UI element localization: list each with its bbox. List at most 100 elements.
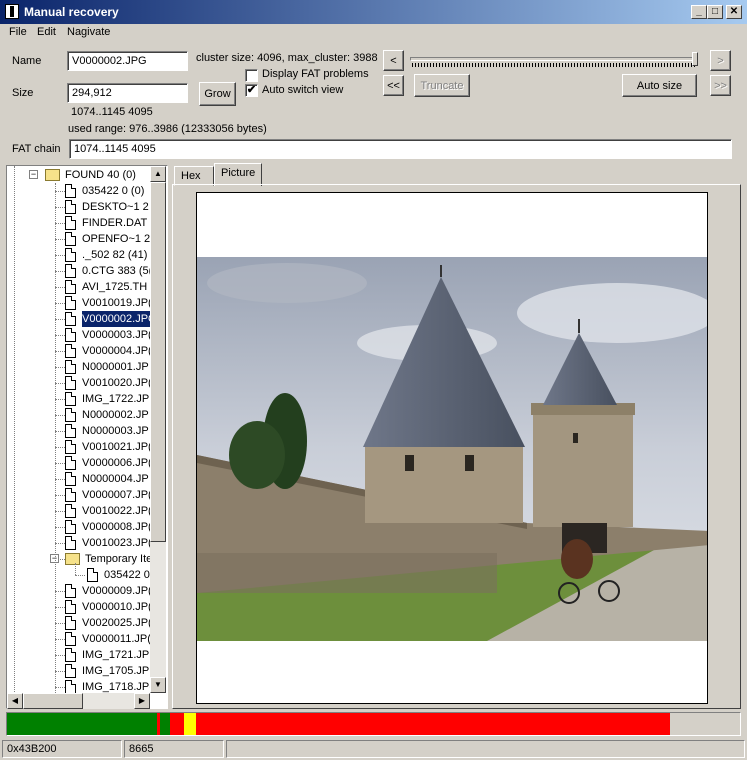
tree-item[interactable]: IMG_1721.JP xyxy=(7,647,167,663)
tree-item[interactable]: V0000009.JP( xyxy=(7,583,167,599)
position-slider-ticks xyxy=(412,63,696,67)
file-icon xyxy=(65,648,76,662)
tree-item[interactable]: 035422 0 (0) xyxy=(7,183,167,199)
position-slider-track[interactable] xyxy=(410,57,698,61)
file-icon xyxy=(87,568,98,582)
tree-horizontal-scrollbar[interactable]: ◀ ▶ xyxy=(7,693,150,709)
tree-item[interactable]: N0000004.JP xyxy=(7,471,167,487)
tab-picture[interactable]: Picture xyxy=(214,163,262,186)
tree-item[interactable]: N0000001.JP xyxy=(7,359,167,375)
display-fat-checkbox[interactable] xyxy=(245,69,258,82)
tree-item[interactable]: ._502 82 (41) xyxy=(7,247,167,263)
nav-last-button[interactable]: >> xyxy=(710,75,731,96)
file-icon xyxy=(65,200,76,214)
close-button[interactable]: ✕ xyxy=(726,5,742,19)
tree-item[interactable]: V0000010.JP( xyxy=(7,599,167,615)
folder-icon xyxy=(45,169,60,181)
file-icon xyxy=(65,440,76,454)
menu-edit[interactable]: Edit xyxy=(37,26,56,38)
tree-item[interactable]: IMG_1705.JP xyxy=(7,663,167,679)
status-bar: 0x43B200 8665 xyxy=(0,739,747,760)
tree-item[interactable]: IMG_1722.JP xyxy=(7,391,167,407)
display-fat-label: Display FAT problems xyxy=(262,68,369,80)
file-icon xyxy=(65,312,76,326)
tree-item[interactable]: 035422 0 xyxy=(7,567,167,583)
tree-item[interactable]: V0000007.JP( xyxy=(7,487,167,503)
app-icon xyxy=(5,4,19,19)
tree-folder-temporary[interactable]: Temporary Ite xyxy=(7,551,167,567)
tree-item-label: V0000007.JP( xyxy=(82,489,152,501)
fat-chain-field[interactable]: 1074..1145 4095 xyxy=(69,139,732,159)
status-offset: 0x43B200 xyxy=(2,740,122,758)
tree-item[interactable]: V0010023.JP( xyxy=(7,535,167,551)
tree-item[interactable]: V0020025.JP( xyxy=(7,615,167,631)
tree-item[interactable]: FINDER.DAT xyxy=(7,215,167,231)
tree-item[interactable]: V0000004.JP( xyxy=(7,343,167,359)
tree-item-label: V0000010.JP( xyxy=(82,601,152,613)
tree-vertical-scrollbar[interactable]: ▲ ▼ xyxy=(150,166,166,693)
truncate-button[interactable]: Truncate xyxy=(414,74,470,97)
file-icon xyxy=(65,184,76,198)
tree-item[interactable]: V0000011.JP( xyxy=(7,631,167,647)
tree-item-label: N0000004.JP xyxy=(82,473,149,485)
tree-item[interactable]: N0000002.JP xyxy=(7,407,167,423)
tree-item[interactable]: 0.CTG 383 (5( xyxy=(7,263,167,279)
nav-first-button[interactable]: << xyxy=(383,75,404,96)
auto-switch-label: Auto switch view xyxy=(262,84,344,96)
tree-item[interactable]: V0010022.JP( xyxy=(7,503,167,519)
tree-item[interactable]: V0000003.JP( xyxy=(7,327,167,343)
tree-item-label: IMG_1705.JP xyxy=(82,665,150,677)
tree-item-label: V0000004.JP( xyxy=(82,345,152,357)
tree-item-label: FINDER.DAT xyxy=(82,217,148,229)
tree-item[interactable]: V0010020.JP( xyxy=(7,375,167,391)
map-segment-red-2 xyxy=(196,713,670,735)
tree-item-label: N0000003.JP xyxy=(82,425,149,437)
file-tree[interactable]: − FOUND 40 (0) 035422 0 (0) DESKTO~1 2 FINDE… xyxy=(6,165,168,709)
file-icon xyxy=(65,344,76,358)
cluster-map[interactable] xyxy=(6,712,741,736)
position-slider-thumb[interactable] xyxy=(692,52,698,66)
tree-vscroll-thumb[interactable] xyxy=(150,182,166,542)
auto-size-button[interactable]: Auto size xyxy=(622,74,697,97)
tree-hscroll-thumb[interactable] xyxy=(23,693,83,709)
scroll-up-icon[interactable]: ▲ xyxy=(150,166,166,182)
minimize-button[interactable]: _ xyxy=(691,5,707,19)
name-field[interactable]: V0000002.JPG xyxy=(67,51,188,71)
menu-file[interactable]: File xyxy=(9,26,27,38)
map-segment-red-1 xyxy=(170,713,184,735)
tree-item[interactable]: DESKTO~1 2 xyxy=(7,199,167,215)
nav-prev-button[interactable]: < xyxy=(383,50,404,71)
tree-item-label: AVI_1725.TH xyxy=(82,281,148,293)
scroll-left-icon[interactable]: ◀ xyxy=(7,693,23,709)
file-icon xyxy=(65,280,76,294)
tree-item[interactable]: OPENFO~1 2 xyxy=(7,231,167,247)
tree-item[interactable]: N0000003.JP xyxy=(7,423,167,439)
tab-hex[interactable]: Hex xyxy=(174,166,214,186)
tree-item[interactable]: AVI_1725.TH xyxy=(7,279,167,295)
tree-connector xyxy=(55,183,56,695)
tree-item-label: N0000002.JP xyxy=(82,409,149,421)
scroll-right-icon[interactable]: ▶ xyxy=(134,693,150,709)
file-icon xyxy=(65,600,76,614)
auto-switch-checkbox[interactable]: ✔ xyxy=(245,84,258,97)
maximize-button[interactable]: □ xyxy=(707,5,723,19)
tree-item[interactable]: V0010021.JP( xyxy=(7,439,167,455)
grow-button[interactable]: Grow xyxy=(199,82,236,106)
map-segment-green xyxy=(7,713,157,735)
tree-item-label: IMG_1721.JP xyxy=(82,649,150,661)
menu-navigate[interactable]: Nagivate xyxy=(67,26,110,38)
tree-item[interactable]: V0000006.JP( xyxy=(7,455,167,471)
tree-item-label: IMG_1722.JP xyxy=(82,393,150,405)
tree-item-label: V0000002.JPG xyxy=(81,310,158,328)
tree-item-label: V0000003.JP( xyxy=(82,329,152,341)
tree-folder-found[interactable]: FOUND 40 (0) xyxy=(7,167,167,183)
tree-item[interactable]: V0010019.JP( xyxy=(7,295,167,311)
size-field[interactable]: 294,912 xyxy=(67,83,188,103)
nav-next-button[interactable]: > xyxy=(710,50,731,71)
tree-item[interactable]: V0000008.JP( xyxy=(7,519,167,535)
tree-item[interactable]: V0000002.JPG xyxy=(7,310,167,328)
scroll-down-icon[interactable]: ▼ xyxy=(150,677,166,693)
map-segment-current xyxy=(184,713,196,735)
tree-item-label: V0010023.JP( xyxy=(82,537,152,549)
status-cluster: 8665 xyxy=(124,740,224,758)
